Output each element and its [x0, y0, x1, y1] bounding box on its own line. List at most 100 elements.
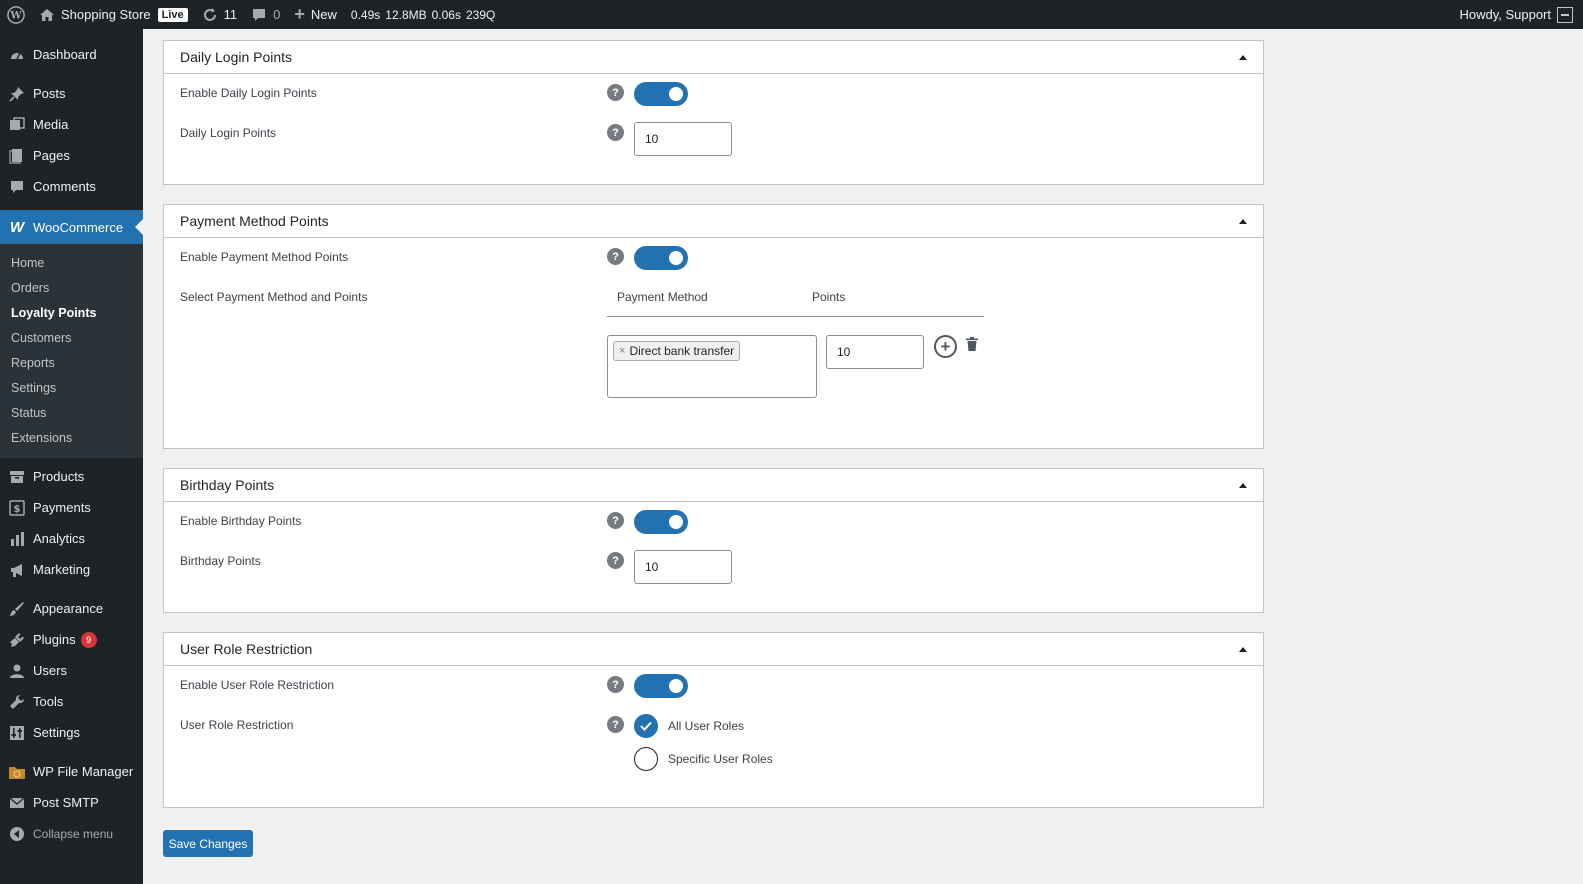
comments-count: 0 [273, 7, 281, 22]
help-icon[interactable]: ? [607, 552, 624, 569]
save-changes-button[interactable]: Save Changes [163, 830, 253, 857]
field-label: Enable Daily Login Points [180, 86, 317, 100]
radio-option-specific-user-roles[interactable]: Specific User Roles [634, 742, 773, 775]
column-header-points: Points [812, 290, 846, 304]
enable-daily-login-toggle[interactable] [634, 82, 688, 106]
user-role-options: All User Roles Specific User Roles [634, 709, 773, 775]
panel-header[interactable]: Birthday Points [164, 469, 1263, 502]
updates-count: 11 [223, 7, 238, 22]
sidebar-item-label: Posts [33, 86, 66, 101]
sidebar-item-users[interactable]: Users [0, 655, 143, 686]
checked-radio-icon[interactable] [634, 713, 658, 738]
help-icon[interactable]: ? [607, 248, 624, 265]
submenu-item-home[interactable]: Home [0, 251, 143, 276]
plugin-icon [8, 631, 26, 649]
sidebar-item-products[interactable]: Products [0, 461, 143, 492]
sidebar-item-label: WooCommerce [33, 219, 124, 235]
comment-bubble-icon [253, 8, 266, 21]
sidebar-item-post-smtp[interactable]: Post SMTP [0, 787, 143, 818]
unchecked-radio-icon[interactable] [634, 746, 658, 771]
payment-method-select[interactable]: × Direct bank transfer [607, 335, 817, 398]
daily-login-points-input[interactable] [634, 122, 732, 156]
user-role-restriction-panel: User Role Restriction Enable User Role R… [163, 632, 1264, 808]
collapse-arrow-icon [8, 825, 26, 843]
panel-header[interactable]: Daily Login Points [164, 41, 1263, 74]
sidebar-item-media[interactable]: Media [0, 109, 143, 140]
chip-label: Direct bank transfer [629, 344, 735, 358]
comments-button[interactable]: 0 [244, 0, 287, 29]
sidebar-item-marketing[interactable]: Marketing [0, 554, 143, 585]
sidebar-item-posts[interactable]: Posts [0, 78, 143, 109]
bar-chart-icon [8, 530, 26, 548]
chip-remove-icon[interactable]: × [619, 345, 625, 357]
collapse-arrow-icon[interactable] [1239, 646, 1247, 652]
megaphone-icon [8, 561, 26, 579]
help-icon[interactable]: ? [607, 676, 624, 693]
sidebar-item-dashboard[interactable]: Dashboard [0, 39, 143, 70]
collapse-menu-button[interactable]: Collapse menu [0, 818, 143, 849]
field-label: Enable User Role Restriction [180, 678, 335, 692]
query-monitor-button[interactable]: 0.49s 12.8MB 0.06s 239Q [344, 0, 502, 29]
submenu-item-settings[interactable]: Settings [0, 376, 143, 401]
submenu-item-orders[interactable]: Orders [0, 276, 143, 301]
my-account-menu[interactable]: Howdy, Support [1459, 6, 1583, 23]
perf-time: 0.49s [350, 7, 381, 22]
help-icon[interactable]: ? [607, 84, 624, 101]
wordpress-logo-button[interactable]: W [0, 0, 32, 29]
sidebar-item-pages[interactable]: Pages [0, 140, 143, 171]
help-icon[interactable]: ? [607, 124, 624, 141]
site-name-menu[interactable]: Shopping Store Live [32, 0, 195, 29]
sidebar-item-label: Plugins [33, 632, 76, 647]
collapse-arrow-icon[interactable] [1239, 218, 1247, 224]
sidebar-item-analytics[interactable]: Analytics [0, 523, 143, 554]
collapse-arrow-icon[interactable] [1239, 54, 1247, 60]
sidebar-item-wp-file-manager[interactable]: WP File Manager [0, 756, 143, 787]
trash-icon[interactable] [966, 337, 978, 351]
comment-icon [8, 178, 26, 196]
sidebar-item-plugins[interactable]: Plugins 9 [0, 624, 143, 655]
submenu-item-loyalty-points[interactable]: Loyalty Points [0, 301, 143, 326]
dashboard-icon [8, 46, 26, 64]
wordpress-icon: W [7, 5, 25, 24]
enable-user-role-restriction-toggle[interactable] [634, 674, 688, 698]
sidebar-item-appearance[interactable]: Appearance [0, 593, 143, 624]
sidebar-item-label: Tools [33, 694, 64, 709]
enable-payment-method-toggle[interactable] [634, 246, 688, 270]
plus-icon: + [294, 4, 305, 24]
birthday-points-input[interactable] [634, 550, 732, 584]
sidebar-item-label: Comments [33, 179, 96, 194]
payment-method-table: Payment Method Points × Direct bank tran… [607, 286, 984, 398]
site-name: Shopping Store [61, 7, 151, 22]
add-row-plus-icon[interactable]: + [934, 335, 957, 358]
panel-header[interactable]: User Role Restriction [164, 633, 1263, 666]
sidebar-item-woocommerce[interactable]: W WooCommerce [0, 210, 143, 244]
sidebar-item-settings[interactable]: Settings [0, 717, 143, 748]
collapse-arrow-icon[interactable] [1239, 482, 1247, 488]
submenu-item-extensions[interactable]: Extensions [0, 426, 143, 451]
perf-memory: 12.8MB [385, 7, 427, 22]
submenu-item-customers[interactable]: Customers [0, 326, 143, 351]
sidebar-item-label: WP File Manager [33, 764, 134, 779]
admin-bar: W Shopping Store Live 11 0 + New 0.49s 1… [0, 0, 1583, 29]
updates-button[interactable]: 11 [195, 0, 245, 29]
sidebar-item-label: Post SMTP [33, 795, 99, 810]
sidebar-item-label: Marketing [33, 562, 91, 577]
panel-title: Daily Login Points [180, 49, 293, 65]
payment-method-points-input[interactable] [826, 335, 924, 369]
panel-header[interactable]: Payment Method Points [164, 205, 1263, 238]
radio-option-all-user-roles[interactable]: All User Roles [634, 709, 773, 742]
refresh-icon [203, 7, 216, 21]
media-icon [8, 116, 26, 134]
submenu-item-reports[interactable]: Reports [0, 351, 143, 376]
archive-box-icon [8, 468, 26, 486]
sidebar-item-tools[interactable]: Tools [0, 686, 143, 717]
sidebar-item-payments[interactable]: $ Payments [0, 492, 143, 523]
help-icon[interactable]: ? [607, 512, 624, 529]
submenu-item-status[interactable]: Status [0, 401, 143, 426]
sidebar-item-label: Appearance [33, 601, 104, 616]
enable-birthday-points-toggle[interactable] [634, 510, 688, 534]
new-content-button[interactable]: + New [287, 0, 344, 29]
help-icon[interactable]: ? [607, 716, 624, 733]
field-label: Select Payment Method and Points [180, 290, 368, 304]
sidebar-item-comments[interactable]: Comments [0, 171, 143, 202]
